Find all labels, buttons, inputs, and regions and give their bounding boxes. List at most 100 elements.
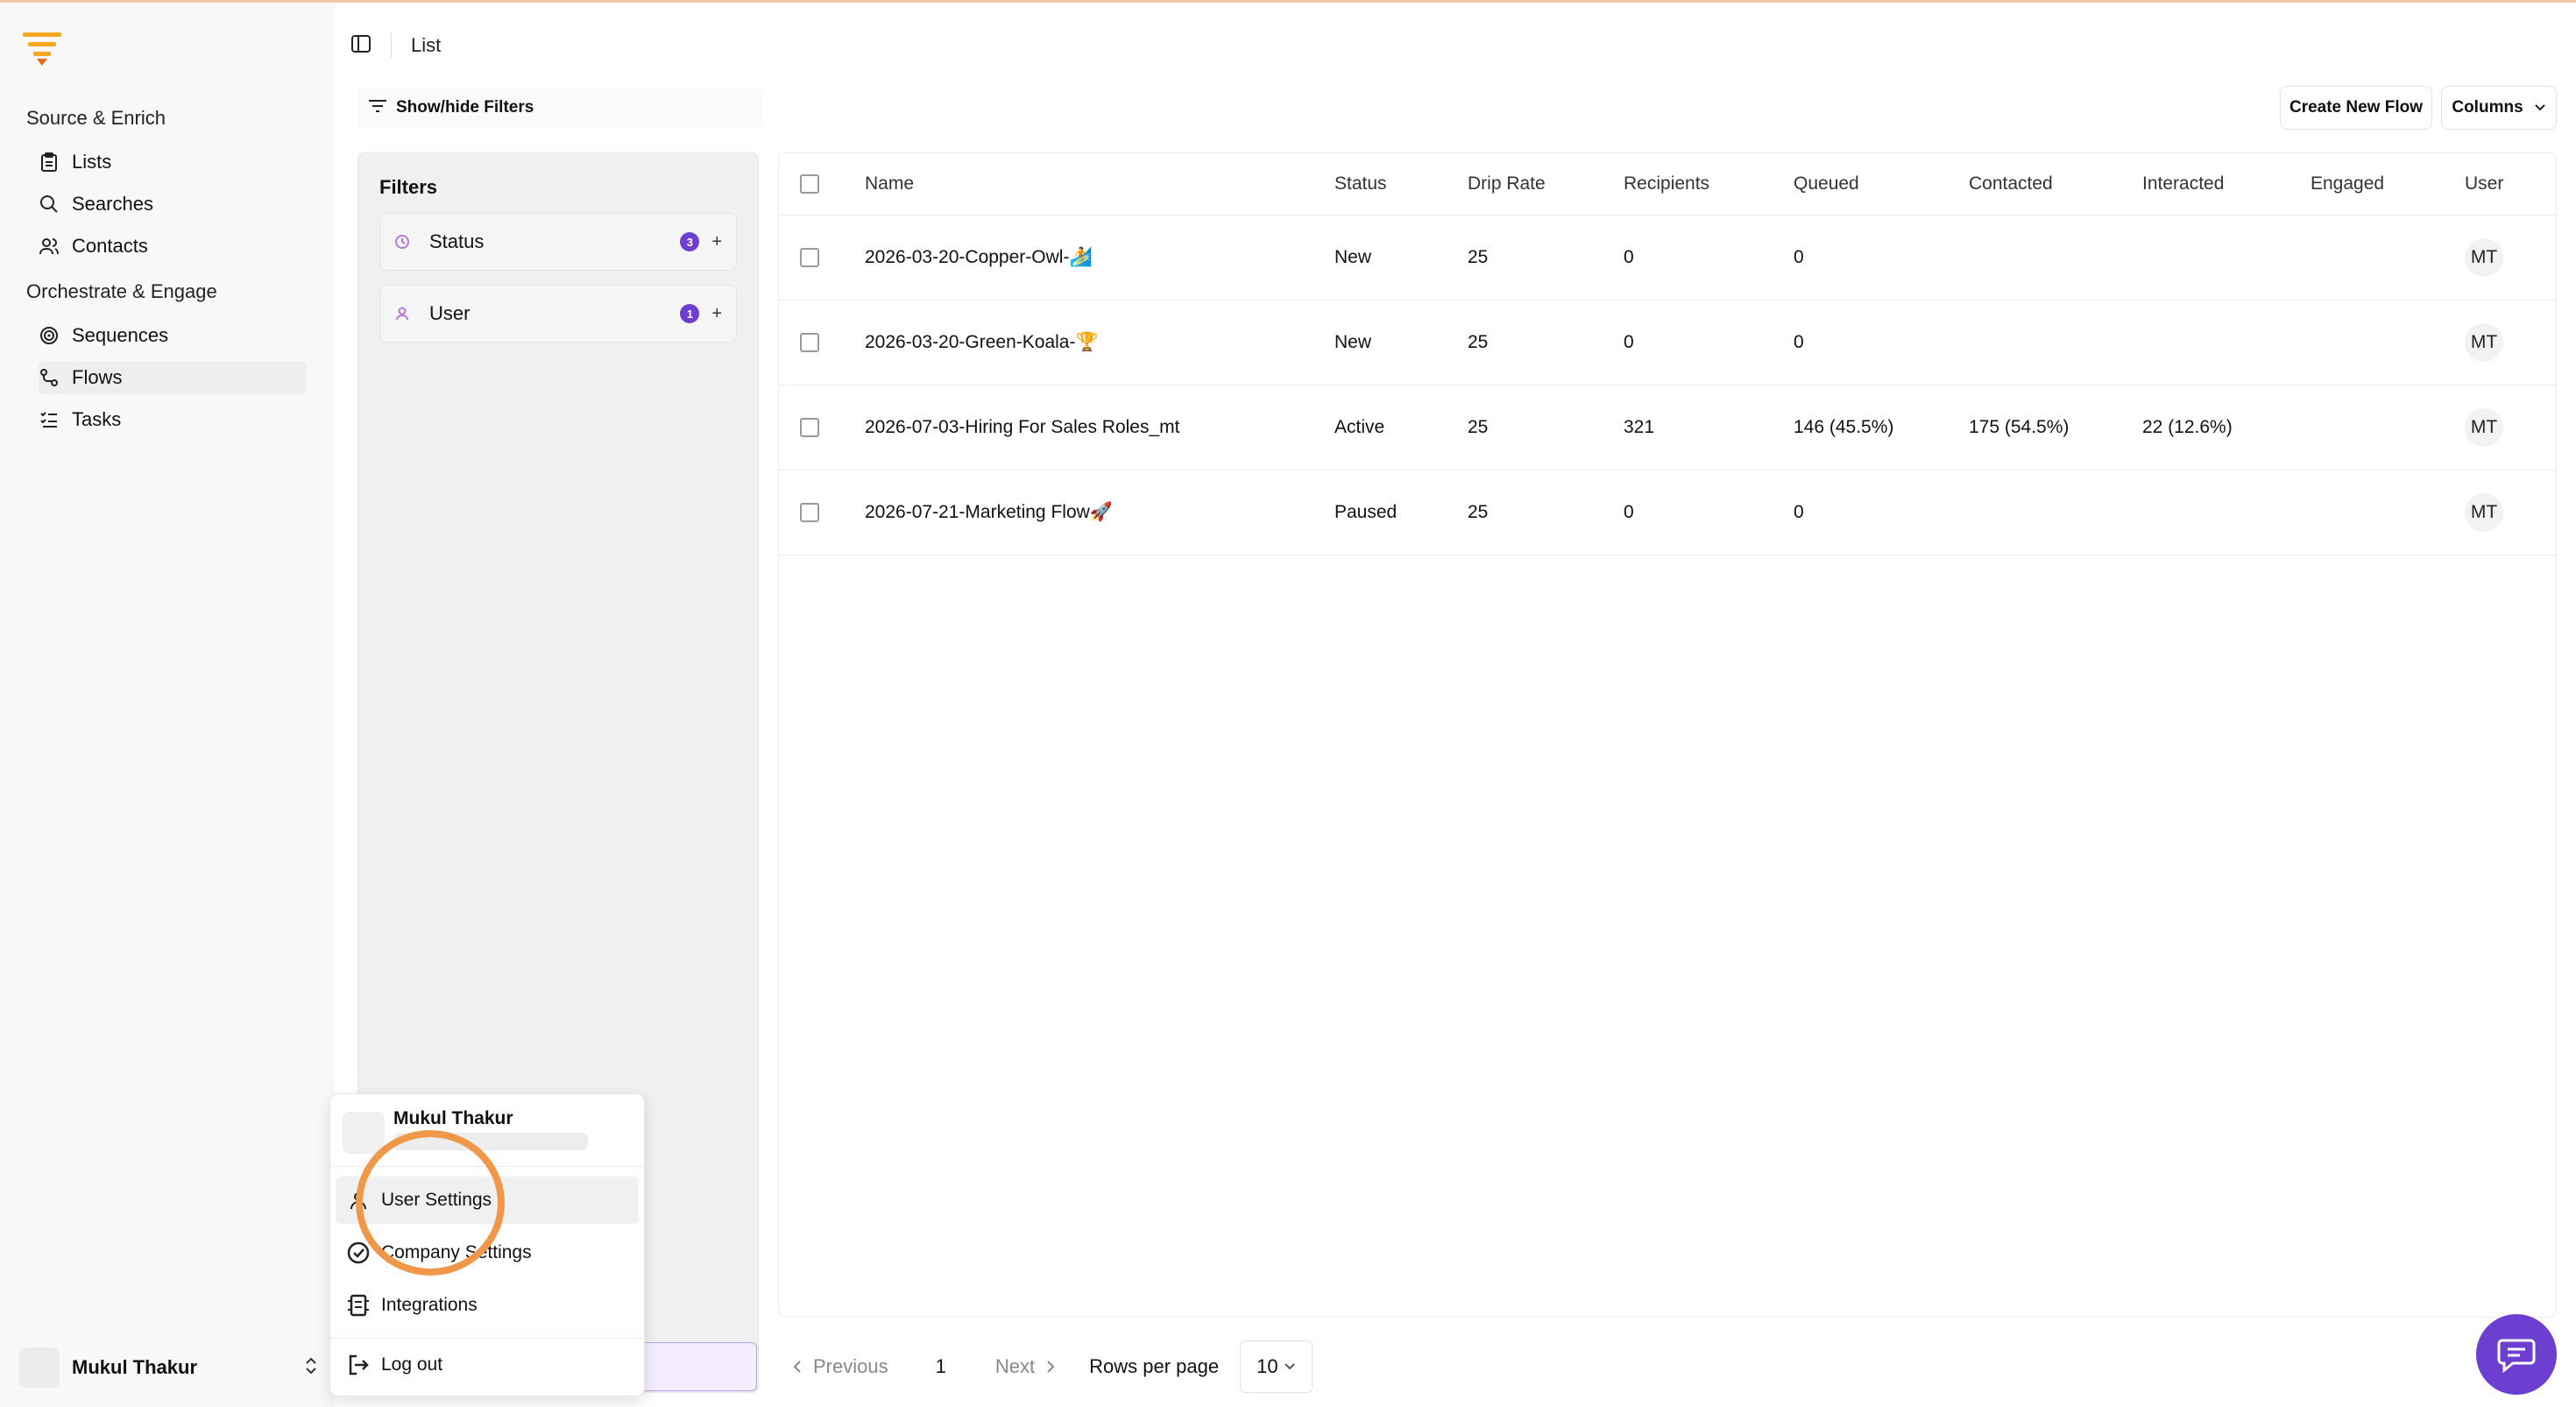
table-row[interactable]: 2026-07-21-Marketing Flow🚀 Paused 25 0 0… [779, 470, 2556, 555]
sidebar-item-label: Searches [72, 193, 153, 215]
cell-contacted [1969, 215, 2142, 300]
menu-item-label: Integrations [381, 1295, 478, 1315]
cell-name[interactable]: 2026-03-20-Copper-Owl-🏄 [865, 215, 1334, 300]
logout-icon [346, 1353, 371, 1377]
columns-button[interactable]: Columns [2441, 86, 2557, 130]
logo-icon[interactable] [21, 29, 63, 67]
cell-recipients: 0 [1624, 246, 1634, 267]
filters-title: Filters [379, 176, 438, 198]
col-engaged[interactable]: Engaged [2311, 153, 2465, 215]
sidebar-item-sequences[interactable]: Sequences [39, 319, 307, 352]
col-name[interactable]: Name [865, 153, 1334, 215]
rows-per-page-value: 10 [1256, 1355, 1278, 1377]
menu-log-out[interactable]: Log out [336, 1341, 639, 1389]
cell-status: Active [1334, 416, 1385, 437]
col-recipients[interactable]: Recipients [1624, 153, 1794, 215]
sidebar: Source & Enrich Lists Searches Contacts … [0, 3, 335, 1407]
cell-engaged [2311, 385, 2465, 470]
menu-integrations[interactable]: Integrations [336, 1282, 639, 1329]
cell-queued: 0 [1794, 331, 1804, 352]
cell-name[interactable]: 2026-07-03-Hiring For Sales Roles_mt [865, 385, 1334, 470]
cell-drip-rate: 25 [1468, 331, 1489, 352]
col-interacted[interactable]: Interacted [2142, 153, 2311, 215]
sidebar-item-label: Lists [72, 151, 112, 173]
next-label: Next [994, 1355, 1036, 1377]
select-all-checkbox[interactable] [800, 174, 819, 194]
user-avatar: MT [2465, 322, 2503, 362]
cell-queued: 146 (45.5%) [1794, 416, 1894, 437]
user-menu-trigger[interactable]: Mukul Thakur [19, 1347, 317, 1389]
filter-lines-icon [368, 98, 387, 117]
search-icon [39, 194, 60, 215]
cell-engaged [2311, 300, 2465, 385]
create-new-flow-button[interactable]: Create New Flow [2280, 86, 2432, 130]
menu-divider [330, 1338, 644, 1339]
filter-user[interactable]: User 1 + [379, 285, 737, 343]
table-row[interactable]: 2026-07-03-Hiring For Sales Roles_mt Act… [779, 385, 2556, 470]
apply-filters-button[interactable] [631, 1342, 757, 1391]
cell-engaged [2311, 215, 2465, 300]
user-name: Mukul Thakur [72, 1356, 198, 1378]
sidebar-item-searches[interactable]: Searches [39, 187, 307, 221]
col-drip-rate[interactable]: Drip Rate [1468, 153, 1624, 215]
user-avatar: MT [2465, 237, 2503, 277]
integrations-icon [346, 1293, 371, 1318]
user-avatar: MT [2465, 492, 2503, 532]
sidebar-item-contacts[interactable]: Contacts [39, 230, 307, 263]
sidebar-item-lists[interactable]: Lists [39, 145, 307, 179]
sidebar-item-flows[interactable]: Flows [39, 361, 307, 394]
col-user[interactable]: User [2465, 153, 2556, 215]
row-checkbox[interactable] [800, 417, 819, 437]
filter-status[interactable]: Status 3 + [379, 213, 737, 271]
show-hide-filters-button[interactable]: Show/hide Filters [357, 88, 762, 128]
sidebar-item-tasks[interactable]: Tasks [39, 403, 307, 436]
flow-icon [39, 367, 60, 388]
cell-name[interactable]: 2026-03-20-Green-Koala-🏆 [865, 300, 1334, 385]
row-checkbox[interactable] [800, 502, 819, 522]
section-orchestrate-engage: Orchestrate & Engage [26, 280, 217, 302]
row-checkbox[interactable] [800, 247, 819, 267]
chevron-left-icon [793, 1361, 801, 1373]
breadcrumb: List [411, 34, 442, 56]
chat-support-button[interactable] [2476, 1314, 2557, 1395]
cell-interacted [2142, 215, 2311, 300]
col-queued[interactable]: Queued [1794, 153, 1969, 215]
col-contacted[interactable]: Contacted [1969, 153, 2142, 215]
filter-label: Status [429, 230, 485, 252]
section-source-enrich: Source & Enrich [26, 107, 166, 129]
target-icon [39, 325, 60, 346]
cell-name[interactable]: 2026-07-21-Marketing Flow🚀 [865, 470, 1334, 555]
sidebar-item-label: Sequences [72, 324, 169, 346]
cell-interacted [2142, 300, 2311, 385]
cell-interacted: 22 (12.6%) [2142, 416, 2233, 437]
cell-status: New [1334, 331, 1372, 352]
page-number[interactable]: 1 [936, 1355, 946, 1378]
col-status[interactable]: Status [1334, 153, 1468, 215]
row-checkbox[interactable] [800, 332, 819, 352]
previous-button[interactable]: Previous [792, 1355, 888, 1378]
cell-engaged [2311, 470, 2465, 555]
plus-icon[interactable]: + [711, 232, 722, 252]
plus-icon[interactable]: + [711, 304, 722, 324]
show-hide-filters-label: Show/hide Filters [396, 98, 534, 117]
cell-contacted [1969, 470, 2142, 555]
sidebar-toggle-icon[interactable] [350, 34, 372, 58]
cell-recipients: 0 [1624, 331, 1634, 352]
chevron-down-icon [1284, 1363, 1295, 1370]
clipboard-icon [39, 152, 60, 173]
next-button[interactable]: Next [995, 1355, 1056, 1378]
sidebar-item-label: Flows [72, 366, 123, 388]
user-avatar: MT [2465, 407, 2503, 447]
cell-status: Paused [1334, 501, 1398, 522]
cell-recipients: 321 [1624, 416, 1655, 437]
cell-queued: 0 [1794, 501, 1804, 522]
table-row[interactable]: 2026-03-20-Green-Koala-🏆 New 25 0 0 MT [779, 300, 2556, 385]
page-header: List [350, 26, 441, 65]
chevron-updown-icon [305, 1356, 317, 1380]
cell-contacted [1969, 300, 2142, 385]
sidebar-item-label: Contacts [72, 235, 148, 257]
table-row[interactable]: 2026-03-20-Copper-Owl-🏄 New 25 0 0 MT [779, 215, 2556, 300]
pagination: Previous 1 Next Rows per page 10 [792, 1340, 1313, 1393]
rows-per-page-select[interactable]: 10 [1240, 1340, 1313, 1393]
cell-queued: 0 [1794, 246, 1804, 267]
